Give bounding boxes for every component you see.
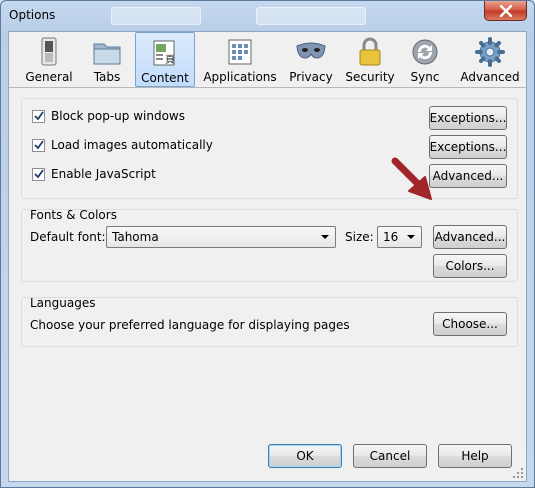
cancel-button[interactable]: Cancel xyxy=(353,444,427,468)
chevron-down-icon xyxy=(407,235,415,239)
languages-title: Languages xyxy=(30,296,96,310)
switch-icon xyxy=(41,37,57,66)
content-page-icon: 頁 xyxy=(153,40,175,66)
ok-button[interactable]: OK xyxy=(268,444,342,468)
chevron-down-icon xyxy=(321,235,329,239)
enable-js-label: Enable JavaScript xyxy=(51,167,156,181)
close-icon xyxy=(499,4,512,17)
checkmark-icon xyxy=(33,140,44,150)
tab-label: Privacy xyxy=(289,70,333,84)
title-glass-reflection xyxy=(111,7,201,25)
load-images-checkbox[interactable] xyxy=(32,138,45,152)
options-client-area: General Tabs 頁 Content Applications Priv… xyxy=(8,31,527,482)
colors-button[interactable]: Colors... xyxy=(433,254,507,278)
default-font-value: Tahoma xyxy=(112,230,159,244)
default-font-select[interactable]: Tahoma xyxy=(106,226,336,248)
checkmark-icon xyxy=(33,111,44,121)
category-toolbar: General Tabs 頁 Content Applications Priv… xyxy=(9,32,526,88)
tab-tabs[interactable]: Tabs xyxy=(83,32,131,87)
gear-icon xyxy=(475,37,505,67)
mask-icon xyxy=(296,42,326,59)
tabs-folder-icon xyxy=(93,43,121,65)
applications-icon xyxy=(228,39,252,65)
tab-sync[interactable]: Sync xyxy=(403,32,447,87)
tab-applications[interactable]: Applications xyxy=(199,32,281,87)
resize-grip-icon[interactable] xyxy=(512,467,524,479)
help-button[interactable]: Help xyxy=(438,444,512,468)
enable-js-row[interactable]: Enable JavaScript xyxy=(32,167,156,181)
tab-label: Advanced xyxy=(460,70,520,84)
font-size-select[interactable]: 16 xyxy=(377,226,422,248)
close-button[interactable] xyxy=(484,1,527,21)
tab-security[interactable]: Security xyxy=(341,32,399,87)
tab-label: Content xyxy=(141,71,189,85)
tab-general[interactable]: General xyxy=(17,32,81,87)
tab-label: General xyxy=(25,70,73,84)
tab-label: Security xyxy=(345,70,395,84)
fonts-colors-title: Fonts & Colors xyxy=(30,208,117,222)
block-popups-checkbox[interactable] xyxy=(32,109,45,123)
title-bar[interactable]: Options xyxy=(1,1,534,31)
fonts-advanced-button[interactable]: Advanced... xyxy=(433,225,507,249)
font-size-value: 16 xyxy=(383,230,399,244)
tab-privacy[interactable]: Privacy xyxy=(285,32,337,87)
window-title: Options xyxy=(9,8,56,22)
options-window: Options General Tabs 頁 Content Applicati… xyxy=(0,0,535,488)
tab-advanced[interactable]: Advanced xyxy=(457,32,523,87)
tab-label: Tabs xyxy=(93,70,121,84)
default-font-label: Default font: xyxy=(30,230,106,244)
choose-language-button[interactable]: Choose... xyxy=(433,312,507,336)
block-popups-row[interactable]: Block pop-up windows xyxy=(32,109,185,123)
tab-label: Applications xyxy=(203,70,277,84)
tab-label: Sync xyxy=(410,70,440,84)
languages-group: Languages Choose your preferred language… xyxy=(21,296,518,347)
fonts-colors-group: Fonts & Colors Default font: Tahoma Size… xyxy=(21,208,518,282)
load-images-label: Load images automatically xyxy=(51,138,213,152)
size-label: Size: xyxy=(345,230,374,244)
sync-icon xyxy=(412,39,438,65)
annotation-arrow-icon xyxy=(391,157,432,200)
tab-content[interactable]: 頁 Content xyxy=(135,32,195,87)
enable-js-checkbox[interactable] xyxy=(32,167,45,181)
svg-text:頁: 頁 xyxy=(165,54,175,66)
load-images-row[interactable]: Load images automatically xyxy=(32,138,213,152)
title-glass-reflection xyxy=(256,7,366,25)
block-popups-label: Block pop-up windows xyxy=(51,109,185,123)
padlock-icon xyxy=(359,37,381,66)
languages-description: Choose your preferred language for displ… xyxy=(30,318,350,332)
checkmark-icon xyxy=(33,169,44,179)
popup-exceptions-button[interactable]: Exceptions... xyxy=(429,106,507,130)
